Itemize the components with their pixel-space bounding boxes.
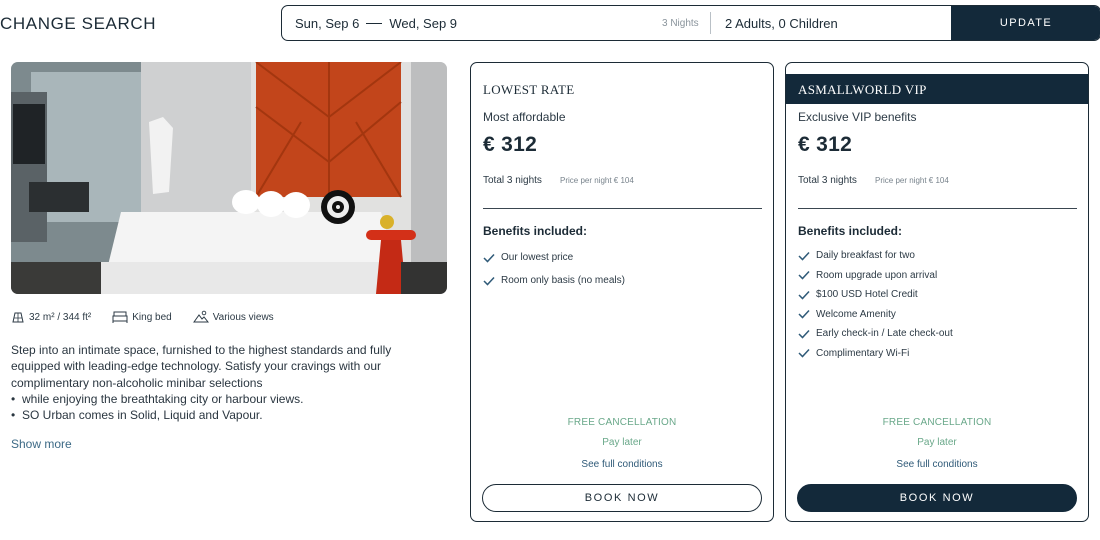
check-in-date: Sun, Sep 6 [295,16,360,31]
feature-views: Various views [192,310,274,324]
check-icon [798,310,810,319]
rate-title: LOWEST RATE [483,82,575,97]
room-size-icon [12,312,24,323]
benefit-item: Room only basis (no meals) [483,269,625,292]
check-icon [798,349,810,358]
benefits-list: Daily breakfast for two Room upgrade upo… [798,246,953,363]
benefit-item: $100 USD Hotel Credit [798,285,953,305]
benefits-list: Our lowest price Room only basis (no mea… [483,246,625,292]
room-size-label: 32 m² / 344 ft² [29,311,92,323]
rate-price: € 312 [798,133,853,156]
benefit-label: $100 USD Hotel Credit [816,289,918,301]
benefit-label: Complimentary Wi-Fi [816,347,910,359]
rate-subtitle: Exclusive VIP benefits [798,110,917,124]
benefit-item: Daily breakfast for two [798,246,953,266]
benefit-item: Complimentary Wi-Fi [798,344,953,364]
search-bar-row: CHANGE SEARCH Sun, Sep 6 Wed, Sep 9 3 Ni… [0,0,1100,48]
view-icon [192,310,209,323]
rate-divider [483,208,762,209]
pay-later-label: Pay later [917,437,957,448]
rate-price: € 312 [483,133,538,156]
date-dash [366,22,383,25]
bed-icon [112,311,128,323]
check-icon [798,290,810,300]
free-cancellation-label: FREE CANCELLATION [882,417,992,428]
description-bullet: while enjoying the breathtaking city or … [11,391,441,407]
views-label: Various views [212,311,274,323]
rate-subtitle: Most affordable [483,110,566,124]
check-out-date: Wed, Sep 9 [389,16,458,31]
check-icon [483,253,495,263]
book-now-button[interactable]: BOOK NOW [797,484,1077,512]
benefit-label: Room only basis (no meals) [501,275,625,286]
search-summary-box[interactable]: Sun, Sep 6 Wed, Sep 9 3 Nights 2 Adults,… [281,5,1100,41]
show-more-link[interactable]: Show more [11,437,72,451]
benefit-label: Room upgrade upon arrival [816,269,938,281]
rate-total: Total 3 nights [798,175,857,186]
bed-label: King bed [132,311,172,323]
benefits-heading: Benefits included: [483,224,588,238]
benefit-item: Our lowest price [483,246,625,269]
search-divider [710,12,711,34]
room-photo [11,62,447,294]
description-bullet: SO Urban comes in Solid, Liquid and Vapo… [11,407,441,423]
vip-title-band: ASMALLWORLD VIP [786,74,1088,104]
feature-bed: King bed [112,310,172,324]
pay-later-label: Pay later [602,437,642,448]
room-photo-illustration [11,62,447,294]
rate-card-lowest: LOWEST RATE Most affordable € 312 Total … [470,62,774,522]
rate-title: ASMALLWORLD VIP [798,82,927,97]
nights-count: 3 Nights [662,18,699,29]
check-icon [483,276,495,286]
date-range[interactable]: Sun, Sep 6 Wed, Sep 9 [295,16,457,31]
check-icon [798,271,810,280]
see-conditions-link[interactable]: See full conditions [786,459,1088,470]
benefit-item: Early check-in / Late check-out [798,324,953,344]
benefit-label: Daily breakfast for two [816,250,915,262]
room-description: Step into an intimate space, furnished t… [11,342,441,423]
book-now-button[interactable]: BOOK NOW [482,484,762,512]
benefit-label: Early check-in / Late check-out [816,328,953,340]
benefits-heading: Benefits included: [798,224,903,238]
benefit-item: Room upgrade upon arrival [798,266,953,286]
rate-divider [798,208,1077,209]
rate-card-vip: ASMALLWORLD VIP Exclusive VIP benefits €… [785,62,1089,522]
benefit-label: Welcome Amenity [816,308,896,320]
benefit-label: Our lowest price [501,252,574,263]
rate-total: Total 3 nights [483,175,542,186]
description-bullets: while enjoying the breathtaking city or … [11,391,441,424]
check-icon [798,251,810,261]
guests-selector[interactable]: 2 Adults, 0 Children [725,16,838,31]
feature-room-size: 32 m² / 344 ft² [11,310,91,324]
benefit-item: Welcome Amenity [798,305,953,325]
description-text: Step into an intimate space, furnished t… [11,343,392,390]
rate-per-night: Price per night € 104 [875,176,949,185]
room-features: 32 m² / 344 ft² King bed Various views [11,310,295,324]
change-search-title: CHANGE SEARCH [0,14,157,33]
rate-per-night: Price per night € 104 [560,176,634,185]
free-cancellation-label: FREE CANCELLATION [567,417,677,428]
check-icon [798,329,810,339]
update-button[interactable]: UPDATE [951,6,1100,40]
see-conditions-link[interactable]: See full conditions [471,459,773,470]
